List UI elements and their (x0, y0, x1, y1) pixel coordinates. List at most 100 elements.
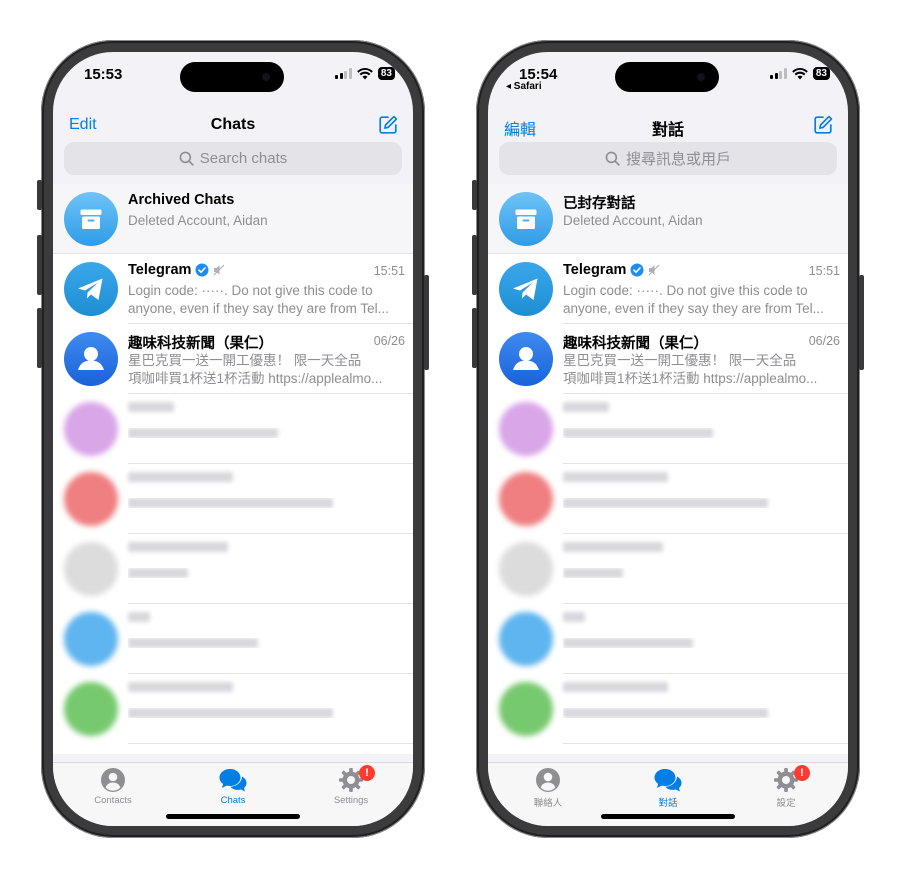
blurred-preview (128, 498, 333, 508)
telegram-avatar (499, 262, 553, 316)
archived-preview: Deleted Account, Aidan (128, 213, 268, 228)
status-time: 15:53 (84, 66, 123, 83)
archive-avatar (64, 192, 118, 246)
chat-list: Archived Chats Deleted Account, Aidan Te… (53, 184, 413, 754)
chat-row-blurred[interactable] (488, 674, 848, 744)
blurred-name (563, 682, 668, 692)
chat-row-blurred[interactable] (53, 394, 413, 464)
navigation-bar: Edit Chats (53, 102, 413, 146)
chat-row-blurred[interactable] (53, 604, 413, 674)
preview-line-2: anyone, even if they say they are from T… (563, 301, 824, 316)
chat-row-blurred[interactable] (53, 534, 413, 604)
blurred-name (128, 682, 233, 692)
tab-settings[interactable]: ! 設定 (736, 765, 836, 809)
compose-icon[interactable] (812, 114, 834, 136)
search-input[interactable]: Search chats (64, 142, 402, 175)
blurred-avatar (64, 542, 118, 596)
preview-line-1: Login code: ·····. Do not give this code… (128, 283, 373, 298)
power-button (424, 275, 429, 370)
tab-chats[interactable]: 對話 (618, 767, 718, 809)
telegram-avatar (64, 262, 118, 316)
notification-badge: ! (359, 765, 375, 781)
battery-indicator: 83 (377, 67, 395, 80)
back-to-app[interactable]: ◂ Safari (506, 81, 542, 92)
chat-bubbles-icon (654, 769, 682, 792)
blurred-name (128, 542, 228, 552)
page-title: Chats (210, 116, 256, 133)
news-avatar (499, 332, 553, 386)
chat-row-telegram[interactable]: Telegram 15:51 Login code: ·····. Do not… (488, 254, 848, 324)
volume-down-button (37, 308, 42, 368)
blurred-name (128, 472, 233, 482)
archive-avatar (499, 192, 553, 246)
blurred-name (128, 402, 174, 412)
chat-time: 15:51 (808, 264, 840, 278)
tab-label: 設定 (776, 798, 796, 809)
chat-row-blurred[interactable] (488, 394, 848, 464)
blurred-preview (128, 638, 258, 648)
archived-chats-title: Archived Chats (128, 192, 235, 208)
blurred-preview (128, 568, 188, 578)
preview-line-1: 星巴克買一送一開工優惠！ 限一天全品 (128, 353, 362, 368)
chat-row-blurred[interactable] (488, 464, 848, 534)
search-input[interactable]: 搜尋訊息或用戶 (499, 142, 837, 175)
blurred-preview (563, 428, 713, 438)
tab-contacts[interactable]: Contacts (63, 767, 163, 806)
tab-contacts[interactable]: 聯絡人 (498, 767, 598, 809)
preview-line-2: 項咖啡買1杯送1杯活動 https://applealmo... (128, 371, 383, 386)
blurred-preview (563, 638, 693, 648)
archived-chats-row[interactable]: 已封存對話 Deleted Account, Aidan (488, 184, 848, 254)
chat-time: 15:51 (373, 264, 405, 278)
screen: 15:53 83 Edit Chats Search chats Archive… (53, 52, 413, 826)
tab-chats[interactable]: Chats (183, 767, 283, 806)
home-indicator[interactable] (601, 814, 735, 819)
row-separator (563, 743, 848, 744)
row-separator (128, 743, 413, 744)
chat-row-blurred[interactable] (53, 674, 413, 744)
blurred-preview (563, 708, 768, 718)
wifi-icon (357, 67, 373, 79)
volume-up-button (37, 235, 42, 295)
blurred-name (563, 402, 609, 412)
power-button (859, 275, 864, 370)
chat-bubbles-icon (219, 769, 247, 792)
chat-name: 趣味科技新聞（果仁） (128, 336, 273, 352)
blurred-avatar (64, 682, 118, 736)
blurred-name (563, 542, 663, 552)
chat-row-blurred[interactable] (53, 464, 413, 534)
archived-chats-title: 已封存對話 (563, 196, 636, 212)
dynamic-island (180, 62, 284, 92)
preview-line-2: anyone, even if they say they are from T… (128, 301, 389, 316)
chat-time: 06/26 (373, 334, 405, 348)
compose-icon[interactable] (377, 114, 399, 136)
chat-name: 趣味科技新聞（果仁） (563, 336, 708, 352)
action-button (472, 180, 477, 210)
navigation-bar: 編輯 對話 (488, 102, 848, 146)
tab-label: 聯絡人 (533, 798, 563, 809)
archived-chats-row[interactable]: Archived Chats Deleted Account, Aidan (53, 184, 413, 254)
blurred-avatar (64, 402, 118, 456)
blurred-name (128, 612, 150, 622)
wifi-icon (792, 67, 808, 79)
blurred-avatar (499, 402, 553, 456)
preview-line-1: 星巴克買一送一開工優惠！ 限一天全品 (563, 353, 797, 368)
home-indicator[interactable] (166, 814, 300, 819)
action-button (37, 180, 42, 210)
chat-row-news[interactable]: 趣味科技新聞（果仁） 06/26 星巴克買一送一開工優惠！ 限一天全品 項咖啡買… (488, 324, 848, 394)
cellular-signal-icon (335, 68, 352, 79)
archived-preview: Deleted Account, Aidan (563, 213, 703, 228)
blurred-preview (563, 568, 623, 578)
search-placeholder: Search chats (199, 150, 288, 167)
blurred-avatar (499, 612, 553, 666)
page-title: 對話 (651, 122, 684, 139)
search-placeholder: 搜尋訊息或用戶 (625, 151, 731, 168)
preview-line-1: Login code: ·····. Do not give this code… (563, 283, 808, 298)
muted-icon (213, 264, 225, 276)
chat-row-blurred[interactable] (488, 534, 848, 604)
tab-settings[interactable]: ! Settings (301, 765, 401, 806)
chat-row-telegram[interactable]: Telegram 15:51 Login code: ·····. Do not… (53, 254, 413, 324)
chat-row-blurred[interactable] (488, 604, 848, 674)
blurred-preview (128, 428, 278, 438)
chat-list: 已封存對話 Deleted Account, Aidan Telegram 15… (488, 184, 848, 754)
chat-row-news[interactable]: 趣味科技新聞（果仁） 06/26 星巴克買一送一開工優惠！ 限一天全品 項咖啡買… (53, 324, 413, 394)
